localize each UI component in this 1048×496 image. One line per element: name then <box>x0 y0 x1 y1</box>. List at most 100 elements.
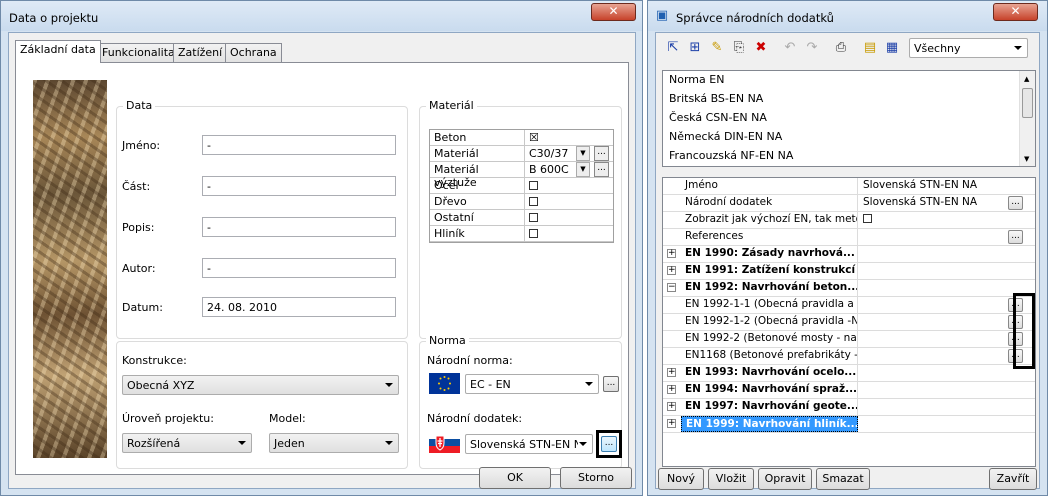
list-item[interactable]: Norma EN <box>663 71 1035 90</box>
material-row[interactable]: Materiál výztuže B 600C ▼... <box>430 162 614 189</box>
grid-row-value[interactable] <box>859 229 1023 245</box>
grid-row[interactable]: + EN 1997: Navrhování geote... <box>663 399 1035 416</box>
undo-icon[interactable]: ↶ <box>782 40 798 56</box>
grid-row[interactable]: EN 1992-1-2 (Obecná pravidla -Na...... <box>663 314 1035 331</box>
grid-row-value[interactable]: Slovenská STN-EN NA <box>859 195 1023 211</box>
scroll-up-icon[interactable]: ▲ <box>1024 75 1029 83</box>
list-scrollbar[interactable]: ▲ ▼ <box>1019 71 1035 166</box>
model-select[interactable]: Jeden <box>269 433 399 453</box>
tab-zatizeni[interactable]: Zatížení <box>173 43 228 62</box>
delete-button[interactable]: Smazat <box>816 468 870 490</box>
grid-row[interactable]: EN1168 (Betonové prefabrikáty - d...... <box>663 348 1035 365</box>
grid-row-value[interactable] <box>859 246 1023 262</box>
expand-icon[interactable]: + <box>667 402 676 411</box>
checkbox[interactable] <box>863 214 872 223</box>
national-annex-select[interactable]: Slovenská STN-EN NA <box>465 434 593 454</box>
checkbox[interactable] <box>529 213 538 222</box>
grid-row[interactable]: EN 1992-2 (Betonové mosty - navr...... <box>663 331 1035 348</box>
grid-row[interactable]: Národní dodatek Slovenská STN-EN NA... <box>663 195 1035 212</box>
expand-icon[interactable]: + <box>667 368 676 377</box>
grid-row-value[interactable] <box>859 365 1023 381</box>
list-item[interactable]: Francouzská NF-EN NA <box>663 147 1035 166</box>
national-norm-select[interactable]: EC - EN <box>465 374 599 394</box>
list-item[interactable]: Britská BS-EN NA <box>663 90 1035 109</box>
expand-icon[interactable]: + <box>667 266 676 275</box>
import-icon[interactable]: ⇱ <box>665 40 681 56</box>
tab-ochrana[interactable]: Ochrana <box>225 43 282 62</box>
storno-button[interactable]: Storno <box>560 467 632 489</box>
grid-row-value[interactable]: Slovenská STN-EN NA <box>859 178 1023 194</box>
dots-button[interactable]: ... <box>594 146 609 161</box>
dots-button[interactable]: ... <box>1008 196 1023 210</box>
grid-row-value[interactable] <box>859 314 1023 330</box>
grid-row-value[interactable] <box>859 297 1023 313</box>
checkbox-checked[interactable]: ☒ <box>529 131 539 144</box>
print-icon[interactable]: ⎙ <box>833 40 849 56</box>
redo-icon[interactable]: ↷ <box>804 40 820 56</box>
material-row-value[interactable] <box>526 194 614 209</box>
grid-row[interactable]: + EN 1990: Zásady navrhová... <box>663 246 1035 263</box>
material-row[interactable]: Materiál C30/37 ▼... <box>430 146 613 162</box>
close-dialog-button[interactable]: Zavřít <box>989 468 1037 490</box>
grid-row-value[interactable] <box>859 348 1023 364</box>
expand-icon[interactable]: + <box>667 385 676 394</box>
ok-button[interactable]: OK <box>479 467 551 489</box>
save-icon[interactable]: ▦ <box>884 40 900 56</box>
grid-row-value[interactable] <box>859 399 1023 415</box>
grid-row[interactable]: + EN 1991: Zatížení konstrukcí <box>663 263 1035 280</box>
dots-button[interactable]: ... <box>594 162 609 177</box>
chevron-down-icon[interactable]: ▼ <box>576 162 590 177</box>
material-row-value[interactable] <box>526 226 614 241</box>
scroll-down-icon[interactable]: ▼ <box>1024 155 1029 163</box>
grid-row[interactable]: + EN 1993: Navrhování ocelo... <box>663 365 1035 382</box>
national-norm-dots-button[interactable]: ... <box>603 376 619 392</box>
description-field[interactable]: - <box>202 217 396 237</box>
collapse-icon[interactable]: − <box>667 283 676 292</box>
edit-icon[interactable]: ✎ <box>709 40 725 56</box>
edit-button[interactable]: Opravit <box>758 468 812 490</box>
scroll-thumb[interactable] <box>1022 88 1033 118</box>
grid-row-value[interactable] <box>859 382 1023 398</box>
close-button[interactable]: ✕ <box>993 3 1038 21</box>
expand-icon[interactable]: + <box>667 419 676 428</box>
material-row-value[interactable] <box>526 178 614 193</box>
material-row[interactable]: Beton ☒ <box>430 130 613 146</box>
grid-row[interactable]: Jméno Slovenská STN-EN NA <box>663 178 1035 195</box>
material-row[interactable]: Ocel <box>430 178 613 194</box>
author-field[interactable]: - <box>202 258 396 278</box>
material-row-value[interactable]: B 600C ▼... <box>526 162 614 177</box>
chevron-down-icon[interactable]: ▼ <box>576 146 590 161</box>
grid-row[interactable]: Zobrazit jak výchozí EN, tak meto... <box>663 212 1035 229</box>
grid-row[interactable]: + EN 1999: Navrhování hliník... <box>663 416 1035 433</box>
checkbox[interactable] <box>529 229 538 238</box>
grid-row-value[interactable] <box>859 280 1023 296</box>
grid-row-value[interactable] <box>859 212 1023 228</box>
checkbox[interactable] <box>529 181 538 190</box>
expand-icon[interactable]: + <box>667 249 676 258</box>
list-item[interactable]: Německá DIN-EN NA <box>663 128 1035 147</box>
material-row[interactable]: Hliník <box>430 226 613 242</box>
grid-row[interactable]: References... <box>663 229 1035 246</box>
material-row-value[interactable]: C30/37 ▼... <box>526 146 614 161</box>
material-row-value[interactable] <box>526 210 614 225</box>
title-bar[interactable]: ▣ Správce národních dodatků ✕ <box>648 1 1047 31</box>
delete-icon[interactable]: ✖ <box>753 40 769 56</box>
filter-select[interactable]: Všechny <box>909 38 1028 58</box>
tab-funkcionalita[interactable]: Funkcionalita <box>97 43 180 62</box>
list-item[interactable]: Česká CSN-EN NA <box>663 109 1035 128</box>
checkbox[interactable] <box>529 197 538 206</box>
grid-row[interactable]: + EN 1994: Navrhování spraž... <box>663 382 1035 399</box>
insert-button[interactable]: Vložit <box>708 468 754 490</box>
grid-row-value[interactable] <box>859 263 1023 279</box>
material-row-value[interactable]: ☒ <box>526 130 614 145</box>
date-field[interactable]: 24. 08. 2010 <box>202 297 396 317</box>
grid-row-value[interactable] <box>859 416 1023 432</box>
project-level-select[interactable]: Rozšířená <box>122 433 252 453</box>
open-folder-icon[interactable]: ▤ <box>862 40 878 56</box>
part-field[interactable]: - <box>202 176 396 196</box>
tab-zakladni-data[interactable]: Základní data <box>15 40 101 63</box>
material-row[interactable]: Dřevo <box>430 194 613 210</box>
construction-select[interactable]: Obecná XYZ <box>122 375 399 395</box>
copy-icon[interactable]: ⎘ <box>731 40 747 56</box>
new-button[interactable]: Nový <box>658 468 704 490</box>
